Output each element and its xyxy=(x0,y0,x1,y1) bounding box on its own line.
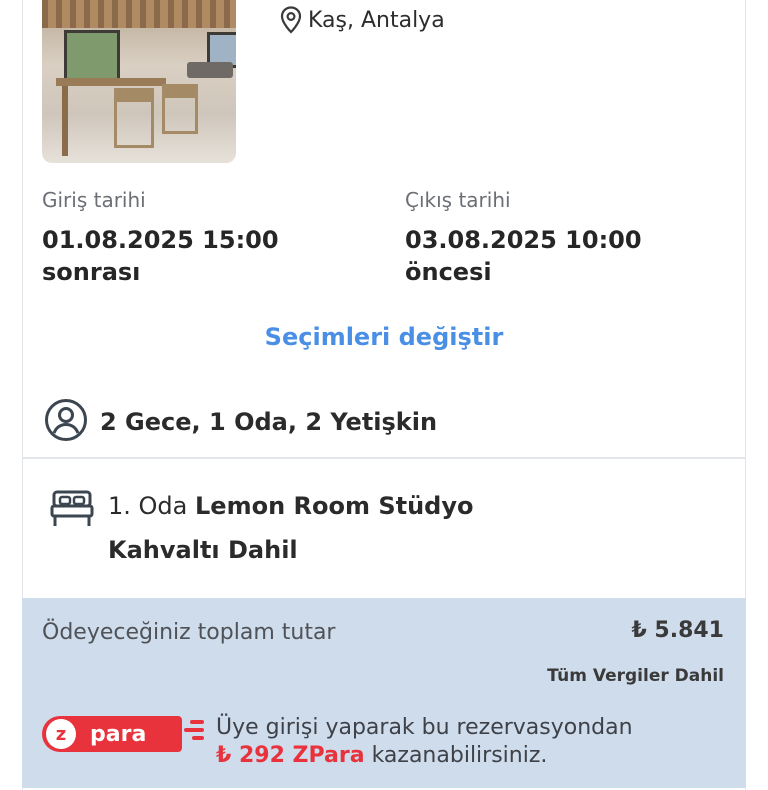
zpara-speed-lines-icon xyxy=(182,720,204,744)
checkin-suffix: sonrası xyxy=(42,258,141,286)
room-title: 1. Oda Lemon Room Stüdyo xyxy=(108,492,473,520)
checkout-suffix: öncesi xyxy=(405,258,492,286)
location-text: Kaş, Antalya xyxy=(308,7,445,33)
checkin-datetime: 01.08.2025 15:00 xyxy=(42,226,279,254)
hotel-location: Kaş, Antalya xyxy=(280,6,445,34)
checkin-label: Giriş tarihi xyxy=(42,188,146,212)
hotel-photo[interactable] xyxy=(42,0,236,163)
total-panel: Ödeyeceğiniz toplam tutar ₺ 5.841 Tüm Ve… xyxy=(22,598,746,788)
zpara-logo: z para xyxy=(42,716,204,752)
room-name: Lemon Room Stüdyo xyxy=(195,492,474,520)
promo-line-2-rest: kazanabilirsiniz. xyxy=(364,743,548,768)
promo-line-2: ₺ 292 ZPara kazanabilirsiniz. xyxy=(216,742,633,770)
total-label: Ödeyeceğiniz toplam tutar xyxy=(42,620,336,645)
room-index: 1. Oda xyxy=(108,492,188,520)
guests-summary-text: 2 Gece, 1 Oda, 2 Yetişkin xyxy=(100,408,438,436)
section-divider xyxy=(22,457,746,459)
total-price: ₺ 5.841 xyxy=(631,618,724,643)
zpara-logo-text: para xyxy=(90,721,147,747)
checkout-label: Çıkış tarihi xyxy=(405,188,511,212)
user-icon xyxy=(44,398,88,446)
change-selection-link[interactable]: Seçimleri değiştir xyxy=(0,323,768,351)
guests-summary: 2 Gece, 1 Oda, 2 Yetişkin xyxy=(44,398,437,446)
tax-note: Tüm Vergiler Dahil xyxy=(547,666,724,686)
zpara-coin-icon: z xyxy=(46,719,76,749)
promo-line-1: Üye girişi yaparak bu rezervasyondan xyxy=(216,715,633,740)
checkout-datetime: 03.08.2025 10:00 xyxy=(405,226,642,254)
location-pin-icon xyxy=(280,6,302,34)
zpara-promo-text: Üye girişi yaparak bu rezervasyondan ₺ 2… xyxy=(216,714,633,770)
room-board: Kahvaltı Dahil xyxy=(108,536,298,564)
promo-amount: ₺ 292 ZPara xyxy=(216,743,365,768)
bed-icon xyxy=(50,488,94,532)
